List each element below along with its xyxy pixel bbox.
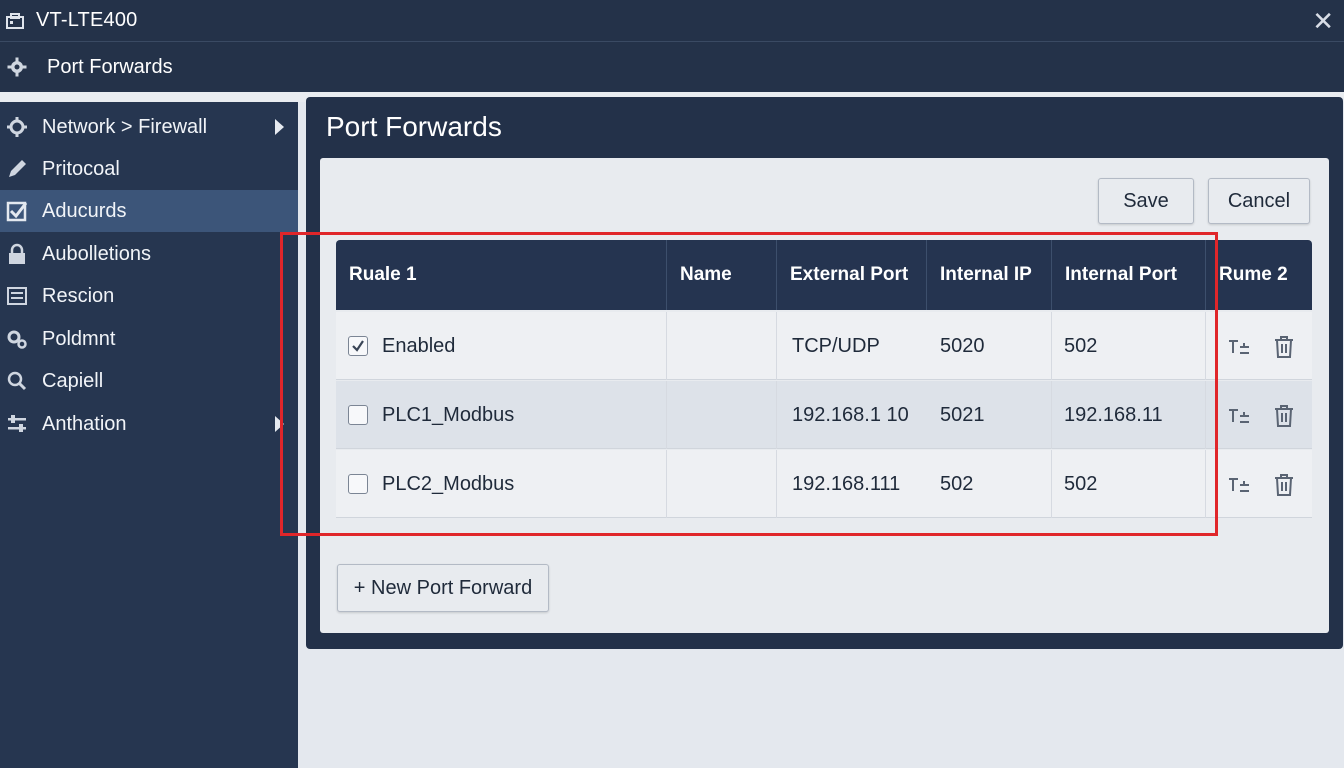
rule-cell: PLC1_Modbus xyxy=(336,381,667,449)
rule-cell: Enabled xyxy=(336,312,667,380)
name-cell xyxy=(667,450,777,518)
table-row: Enabled TCP/UDP 5020 502 xyxy=(336,312,1312,380)
sliders-icon xyxy=(6,413,28,435)
save-button[interactable]: Save xyxy=(1098,178,1194,224)
sidebar-item-label: Aubolletions xyxy=(42,242,151,265)
sidebar-item-anthation[interactable]: Anthation xyxy=(0,403,298,445)
sidebar-item-rescion[interactable]: Rescion xyxy=(0,275,298,317)
external-port-cell: TCP/UDP xyxy=(792,334,880,357)
port-map-icon[interactable] xyxy=(1226,403,1252,429)
column-header[interactable]: External Port xyxy=(777,240,927,310)
search-icon xyxy=(6,370,28,392)
rule-label: PLC1_Modbus xyxy=(382,403,515,426)
external-port-cell: 192.168.1 10 xyxy=(792,403,909,426)
sidebar-item-aubolletions[interactable]: Aubolletions xyxy=(0,233,298,275)
network-gear-icon xyxy=(6,116,28,138)
breadcrumb-label[interactable]: Port Forwards xyxy=(47,56,173,79)
table-row: PLC1_Modbus 192.168.1 10 5021 192.168.11 xyxy=(336,381,1312,449)
external-port-cell: 192.168.111 xyxy=(792,472,901,495)
checkmark-icon xyxy=(352,340,364,352)
port-map-icon[interactable] xyxy=(1226,472,1252,498)
column-header[interactable]: Name xyxy=(667,240,777,310)
table-header: Ruale 1 Name External Port Internal IP I… xyxy=(336,240,1312,310)
port-map-icon[interactable] xyxy=(1226,334,1252,360)
app-icon xyxy=(6,12,24,29)
chevron-right-icon xyxy=(275,119,284,135)
trash-icon[interactable] xyxy=(1271,403,1297,429)
port-forward-table: Ruale 1 Name External Port Internal IP I… xyxy=(336,240,1312,518)
column-header[interactable]: Ruale 1 xyxy=(336,240,667,310)
row-checkbox[interactable] xyxy=(348,336,368,356)
rule-label: PLC2_Modbus xyxy=(382,472,515,495)
name-cell xyxy=(667,312,777,380)
sidebar-item-network-firewall[interactable]: Network > Firewall xyxy=(0,106,298,148)
rule-cell: PLC2_Modbus xyxy=(336,450,667,518)
port-forwards-panel: Port Forwards Save Cancel Ruale 1 Name E… xyxy=(306,97,1343,649)
sidebar-item-poldmnt[interactable]: Poldmnt xyxy=(0,318,298,360)
sidebar-item-label: Anthation xyxy=(42,412,127,435)
internal-ip-cell: 502 xyxy=(927,450,1052,518)
column-header[interactable]: Internal Port xyxy=(1052,240,1206,310)
sidebar-item-label: Pritocoal xyxy=(42,157,120,180)
gears-icon xyxy=(6,328,28,350)
page-title: Port Forwards xyxy=(326,111,502,142)
gear-icon xyxy=(7,57,27,77)
rule-label: Enabled xyxy=(382,334,456,357)
internal-ip-cell: 5021 xyxy=(927,381,1052,449)
table-row: PLC2_Modbus 192.168.111 502 502 xyxy=(336,450,1312,518)
column-header[interactable]: Rume 2 xyxy=(1206,240,1312,310)
internal-port-cell: 502 xyxy=(1052,450,1206,518)
internal-port-cell: 502 xyxy=(1052,312,1206,380)
window-title: VT-LTE400 xyxy=(36,9,138,31)
trash-icon[interactable] xyxy=(1271,472,1297,498)
breadcrumb: Port Forwards xyxy=(0,42,1344,92)
cancel-button[interactable]: Cancel xyxy=(1208,178,1310,224)
list-icon xyxy=(6,285,28,307)
sidebar-item-label: Rescion xyxy=(42,284,115,307)
new-port-forward-button[interactable]: + New Port Forward xyxy=(337,564,549,612)
chevron-right-icon xyxy=(275,416,284,432)
column-header[interactable]: Internal IP xyxy=(927,240,1052,310)
sidebar-item-aducurds[interactable]: Aducurds xyxy=(0,190,298,232)
sidebar-item-label: Capiell xyxy=(42,369,104,392)
window-titlebar: VT-LTE400 ✕ xyxy=(0,0,1344,42)
content-area: Save Cancel Ruale 1 Name External Port I… xyxy=(320,158,1329,633)
lock-icon xyxy=(6,243,28,265)
row-checkbox[interactable] xyxy=(348,405,368,425)
checkbox-icon xyxy=(6,200,28,222)
sidebar-item-label: Aducurds xyxy=(42,199,127,222)
sidebar-item-label: Network > Firewall xyxy=(42,115,208,138)
internal-ip-cell: 5020 xyxy=(927,312,1052,380)
sidebar-item-capiell[interactable]: Capiell xyxy=(0,360,298,402)
row-checkbox[interactable] xyxy=(348,474,368,494)
internal-port-cell: 192.168.11 xyxy=(1052,381,1206,449)
trash-icon[interactable] xyxy=(1271,334,1297,360)
sidebar-item-label: Poldmnt xyxy=(42,327,116,350)
sidebar-item-pritocoal[interactable]: Pritocoal xyxy=(0,148,298,190)
close-icon[interactable]: ✕ xyxy=(1312,6,1334,37)
pencil-icon xyxy=(6,158,28,180)
sidebar: Network > Firewall Pritocoal Aducurds Au… xyxy=(0,102,298,768)
name-cell xyxy=(667,381,777,449)
